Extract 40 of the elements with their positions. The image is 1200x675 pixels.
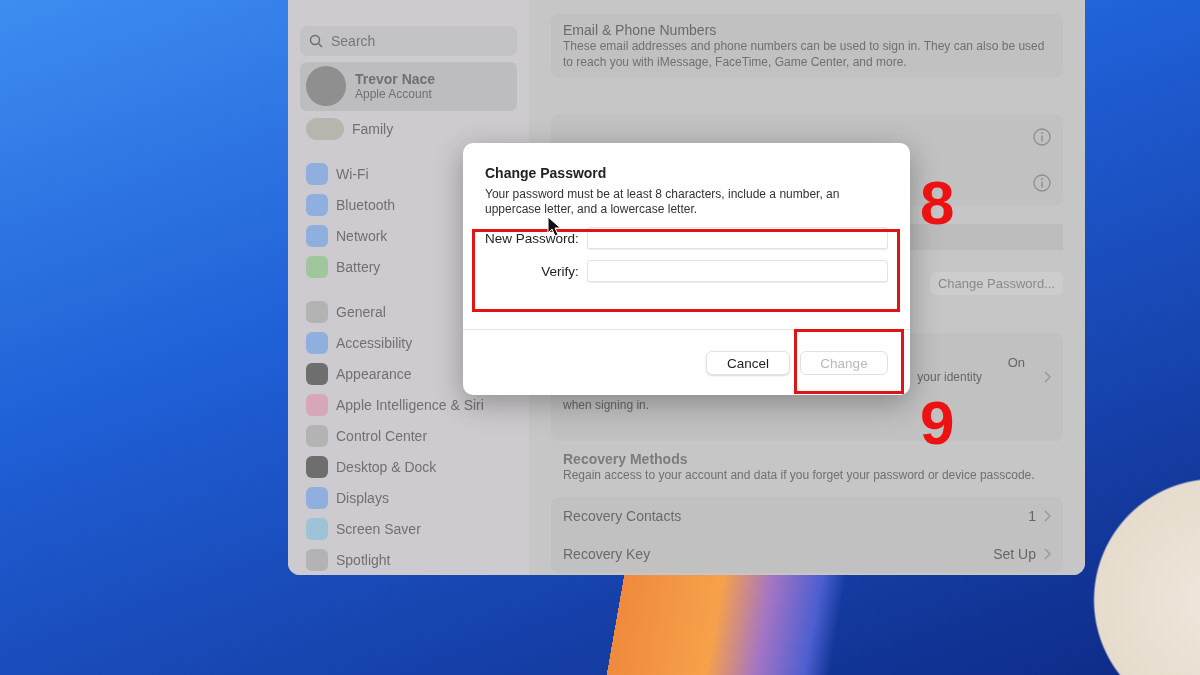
section-title: Recovery Methods bbox=[563, 451, 689, 467]
field-label: New Password: bbox=[485, 230, 579, 246]
card-description: These email addresses and phone numbers can be used to sign in. They can also be used to reach you with iMessage, FaceTime, Game Center, and more. bbox=[563, 38, 1046, 70]
account-item[interactable]: Trevor Nace Apple Account bbox=[300, 61, 517, 111]
search-icon bbox=[309, 33, 323, 48]
settings-row[interactable]: Recovery Contacts 1 bbox=[551, 497, 1063, 535]
sidebar-item[interactable]: Apple Intelligence & Siri bbox=[300, 389, 517, 420]
chevron-icon bbox=[1044, 510, 1051, 522]
sidebar-item[interactable]: Appearance bbox=[300, 358, 517, 389]
sidebar-item[interactable]: Screen Saver bbox=[300, 513, 517, 544]
sidebar-item[interactable]: Accessibility bbox=[300, 327, 517, 358]
sidebar-item[interactable]: General bbox=[300, 296, 517, 327]
description-text: your identity bbox=[917, 370, 982, 384]
info-icon[interactable] bbox=[1033, 128, 1051, 146]
sidebar-item[interactable]: Family bbox=[300, 113, 517, 144]
field-label: Verify: bbox=[540, 263, 579, 279]
sidebar-item[interactable]: Control Center bbox=[300, 420, 517, 451]
sidebar-item[interactable]: Displays bbox=[300, 482, 517, 513]
card-title: Email & Phone Numbers bbox=[563, 22, 718, 38]
description-text: when signing in. bbox=[563, 398, 650, 412]
settings-row[interactable]: Recovery Key Set Up bbox=[551, 535, 1063, 573]
change-password-button[interactable]: Change Password... bbox=[929, 272, 1063, 295]
sidebar-item[interactable]: Battery bbox=[300, 251, 517, 282]
info-icon[interactable] bbox=[1033, 174, 1051, 192]
status-text: On bbox=[1007, 355, 1025, 370]
dialog-message: Your password must be at least 8 characters, include a number, an uppercase letter, and a lowercase letter. bbox=[485, 187, 841, 217]
cancel-button[interactable]: Cancel bbox=[706, 351, 790, 375]
dialog-title: Change Password bbox=[485, 165, 608, 181]
sidebar-item[interactable]: Desktop & Dock bbox=[300, 451, 517, 482]
chevron-icon bbox=[1044, 548, 1051, 560]
account-name: Trevor Nace bbox=[355, 71, 436, 88]
chevron-icon bbox=[1044, 371, 1051, 383]
step-number: 9 bbox=[920, 392, 955, 454]
step-number: 8 bbox=[920, 172, 955, 234]
account-subtitle: Apple Account bbox=[355, 87, 433, 102]
section-description: Regain access to your account and data if you forget your password or device passcode. bbox=[563, 467, 1036, 483]
password-field[interactable] bbox=[586, 260, 888, 282]
avatar-icon bbox=[306, 66, 346, 107]
search-field[interactable]: Search bbox=[300, 26, 517, 56]
sidebar-item[interactable]: Spotlight bbox=[300, 544, 517, 575]
